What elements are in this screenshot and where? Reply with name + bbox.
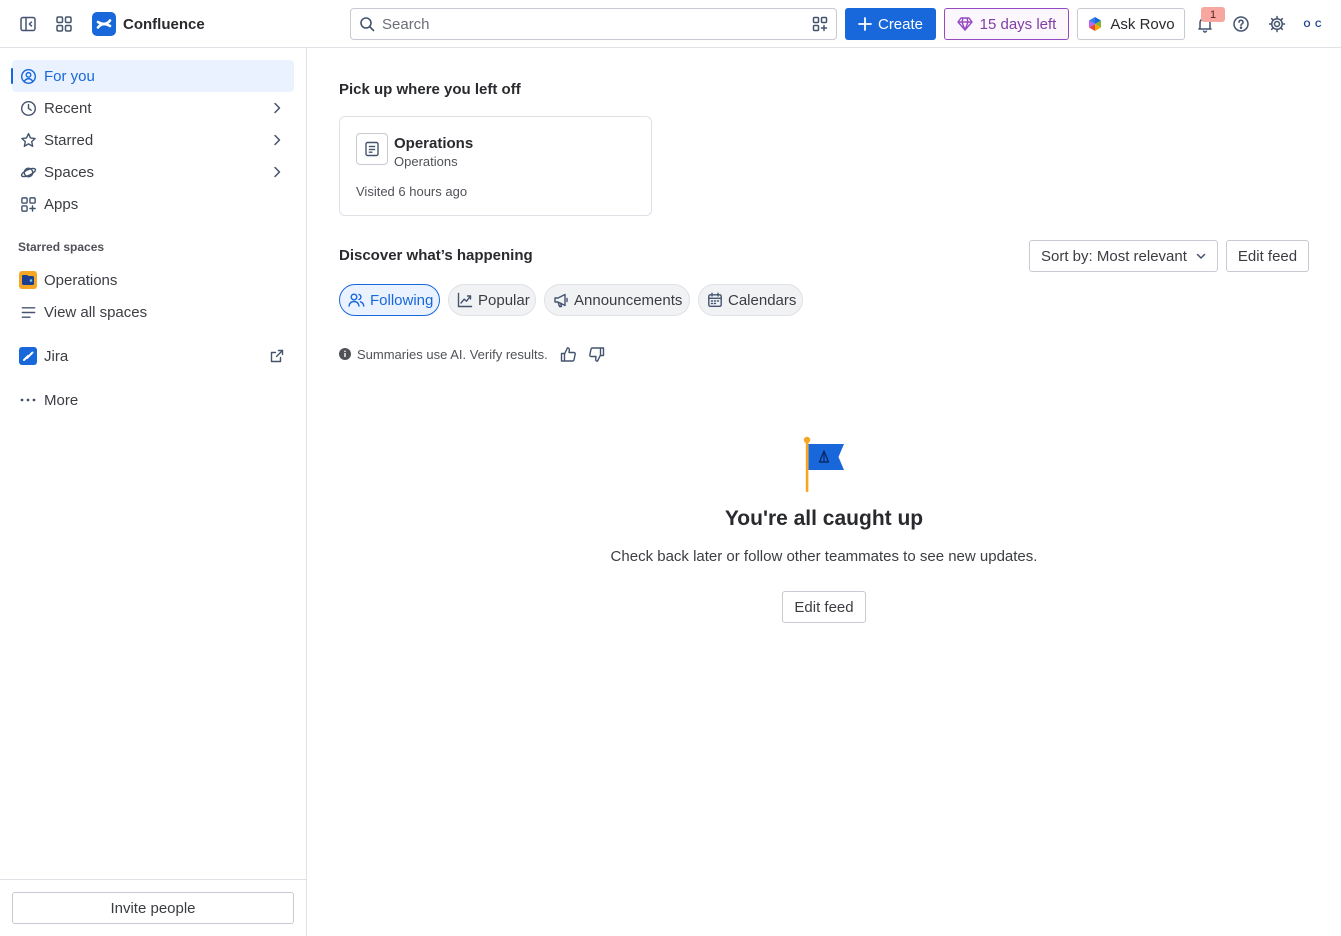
plus-icon <box>858 17 872 31</box>
jira-logo-icon <box>19 347 37 365</box>
more-dots-icon <box>19 391 37 409</box>
apps-grid-icon <box>19 195 37 213</box>
clock-icon <box>19 99 37 117</box>
app-name: Confluence <box>123 15 205 33</box>
rovo-icon <box>1087 16 1103 32</box>
create-label: Create <box>877 15 924 33</box>
sidebar-item-label: For you <box>44 67 95 85</box>
external-link-icon[interactable] <box>270 349 284 363</box>
page-icon <box>356 133 388 165</box>
sidebar-item-label: Jira <box>44 347 69 365</box>
sort-dropdown[interactable]: Sort by: Most relevant <box>1029 240 1218 272</box>
sidebar-item-label: Operations <box>44 271 118 289</box>
top-navigation-bar: Confluence Create 15 days left Ask Rovo … <box>0 0 1341 48</box>
tab-label: Announcements <box>574 291 683 309</box>
gem-icon <box>956 17 973 31</box>
sidebar-toggle-icon[interactable] <box>14 10 42 38</box>
starred-spaces-heading: Starred spaces <box>18 240 105 254</box>
user-circle-icon <box>19 67 37 85</box>
ai-disclaimer-text: Summaries use AI. Verify results. <box>357 346 548 362</box>
confluence-home-link[interactable]: Confluence <box>92 12 205 36</box>
sidebar-item-label: Recent <box>44 99 92 117</box>
user-avatar[interactable]: O C <box>1299 12 1327 36</box>
app-switcher-icon[interactable] <box>50 10 78 38</box>
recent-page-card[interactable]: Operations Operations Visited 6 hours ag… <box>339 116 652 216</box>
star-icon <box>19 131 37 149</box>
sidebar-item-recent[interactable]: Recent <box>12 92 294 124</box>
sidebar: For you Recent Starred Spaces Apps Starr… <box>0 48 307 936</box>
tab-label: Following <box>370 291 434 309</box>
tab-popular[interactable]: Popular <box>448 284 536 316</box>
sort-label: Sort by: Most relevant <box>1041 247 1187 265</box>
sidebar-item-label: Starred <box>44 131 94 149</box>
flag-illustration-icon <box>802 436 846 494</box>
search-input[interactable] <box>382 15 802 33</box>
chevron-down-icon <box>1195 250 1207 262</box>
trial-label: 15 days left <box>979 15 1057 33</box>
divider <box>0 879 306 880</box>
tab-following[interactable]: Following <box>339 284 440 316</box>
trend-chart-icon <box>457 292 473 308</box>
discover-heading: Discover what’s happening <box>339 247 533 264</box>
sidebar-item-apps[interactable]: Apps <box>12 188 294 220</box>
tab-label: Calendars <box>728 291 797 309</box>
thumbs-up-icon[interactable] <box>558 344 578 364</box>
sidebar-item-spaces[interactable]: Spaces <box>12 156 294 188</box>
thumbs-down-icon[interactable] <box>586 344 606 364</box>
settings-gear-icon[interactable] <box>1263 10 1291 38</box>
space-avatar-icon <box>19 271 37 289</box>
search-filter-icon[interactable] <box>812 16 828 32</box>
active-indicator <box>11 68 13 84</box>
sidebar-item-label: More <box>44 391 79 409</box>
search-field[interactable] <box>350 8 837 40</box>
ai-disclaimer: Summaries use AI. Verify results. <box>339 344 548 364</box>
help-icon[interactable] <box>1227 10 1255 38</box>
sidebar-space-operations[interactable]: Operations <box>12 264 294 296</box>
info-icon <box>339 348 351 360</box>
megaphone-icon <box>553 292 569 308</box>
empty-state-title: You're all caught up <box>724 507 924 530</box>
people-icon <box>348 292 365 308</box>
planet-icon <box>19 163 37 181</box>
card-title: Operations <box>394 135 474 152</box>
tab-announcements[interactable]: Announcements <box>544 284 690 316</box>
sidebar-item-label: View all spaces <box>44 303 148 321</box>
calendar-icon <box>707 292 723 308</box>
notification-count-badge: 1 <box>1201 7 1225 22</box>
avatar-initials: O C <box>1303 19 1323 29</box>
empty-state-edit-feed-button[interactable]: Edit feed <box>782 591 866 623</box>
trial-days-button[interactable]: 15 days left <box>944 8 1069 40</box>
ask-rovo-button[interactable]: Ask Rovo <box>1077 8 1185 40</box>
tab-label: Popular <box>478 291 530 309</box>
sidebar-item-label: Spaces <box>44 163 95 181</box>
tab-calendars[interactable]: Calendars <box>698 284 803 316</box>
invite-people-button[interactable]: Invite people <box>12 892 294 924</box>
create-button[interactable]: Create <box>845 8 936 40</box>
confluence-logo-icon <box>92 12 116 36</box>
rovo-label: Ask Rovo <box>1110 15 1175 33</box>
card-space-name: Operations <box>394 154 458 169</box>
card-visited-time: Visited 6 hours ago <box>356 184 468 199</box>
chevron-right-icon[interactable] <box>270 101 284 115</box>
pickup-heading: Pick up where you left off <box>339 81 521 98</box>
sidebar-item-label: Apps <box>44 195 79 213</box>
sidebar-item-more[interactable]: More <box>12 384 294 416</box>
sidebar-item-jira[interactable]: Jira <box>12 340 294 372</box>
edit-feed-button[interactable]: Edit feed <box>1226 240 1309 272</box>
main-content: Pick up where you left off Operations Op… <box>307 48 1341 936</box>
chevron-right-icon[interactable] <box>270 133 284 147</box>
sidebar-item-view-all-spaces[interactable]: View all spaces <box>12 296 294 328</box>
sidebar-item-for-you[interactable]: For you <box>11 60 294 92</box>
chevron-right-icon[interactable] <box>270 165 284 179</box>
sidebar-item-starred[interactable]: Starred <box>12 124 294 156</box>
empty-state-subtitle: Check back later or follow other teammat… <box>610 548 1038 565</box>
list-icon <box>19 303 37 321</box>
search-icon <box>359 16 375 32</box>
